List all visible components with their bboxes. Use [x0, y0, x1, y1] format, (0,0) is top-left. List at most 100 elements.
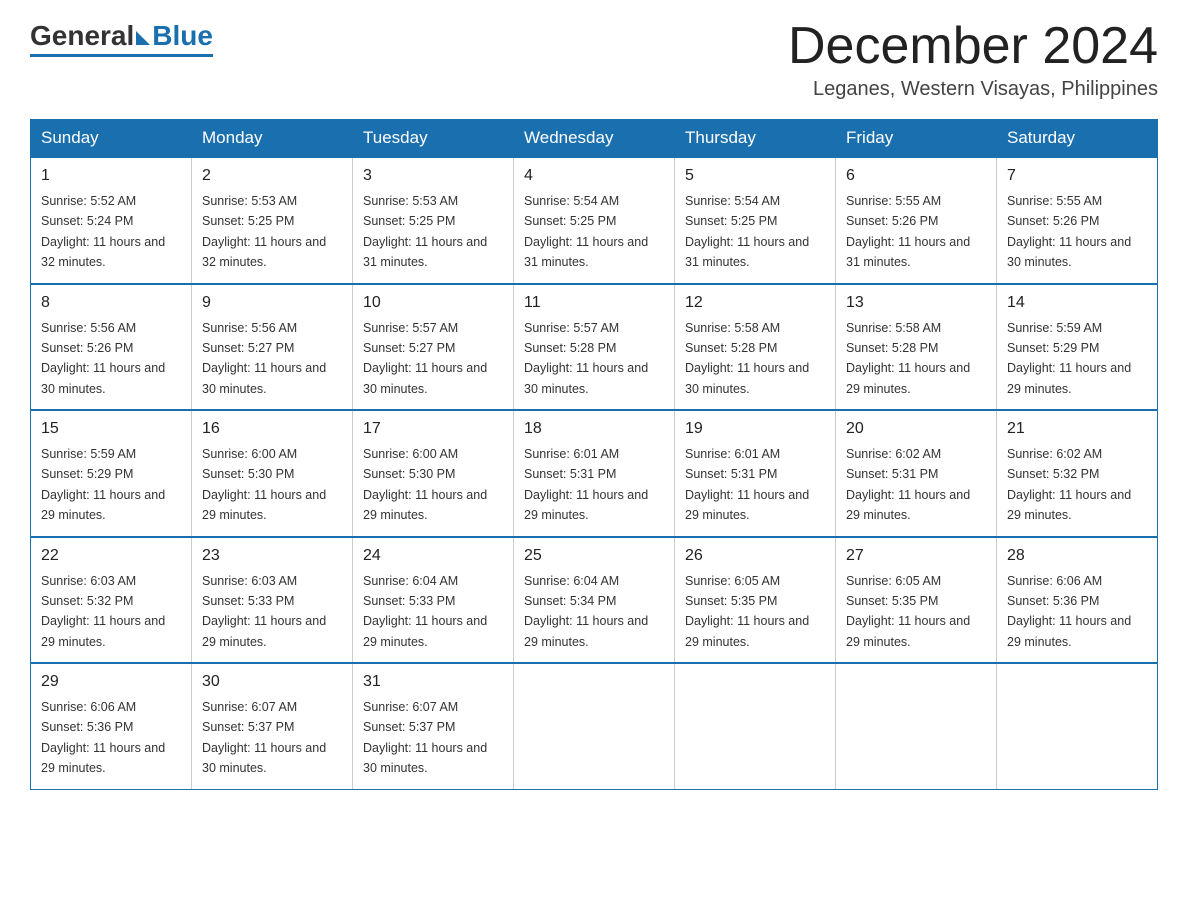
day-info: Sunrise: 6:05 AMSunset: 5:35 PMDaylight:… — [685, 574, 809, 649]
day-info: Sunrise: 6:03 AMSunset: 5:33 PMDaylight:… — [202, 574, 326, 649]
calendar-day-cell: 26 Sunrise: 6:05 AMSunset: 5:35 PMDaylig… — [675, 537, 836, 664]
calendar-day-cell: 20 Sunrise: 6:02 AMSunset: 5:31 PMDaylig… — [836, 410, 997, 537]
calendar-day-cell: 4 Sunrise: 5:54 AMSunset: 5:25 PMDayligh… — [514, 157, 675, 284]
day-number: 14 — [1007, 291, 1147, 315]
calendar-day-cell: 28 Sunrise: 6:06 AMSunset: 5:36 PMDaylig… — [997, 537, 1158, 664]
day-number: 2 — [202, 164, 342, 188]
calendar-day-cell: 30 Sunrise: 6:07 AMSunset: 5:37 PMDaylig… — [192, 663, 353, 789]
day-info: Sunrise: 5:58 AMSunset: 5:28 PMDaylight:… — [846, 321, 970, 396]
day-info: Sunrise: 6:07 AMSunset: 5:37 PMDaylight:… — [363, 700, 487, 775]
calendar-day-cell: 12 Sunrise: 5:58 AMSunset: 5:28 PMDaylig… — [675, 284, 836, 411]
day-number: 20 — [846, 417, 986, 441]
day-number: 11 — [524, 291, 664, 315]
calendar-day-cell: 10 Sunrise: 5:57 AMSunset: 5:27 PMDaylig… — [353, 284, 514, 411]
day-info: Sunrise: 6:06 AMSunset: 5:36 PMDaylight:… — [1007, 574, 1131, 649]
day-number: 4 — [524, 164, 664, 188]
day-info: Sunrise: 6:04 AMSunset: 5:33 PMDaylight:… — [363, 574, 487, 649]
day-number: 19 — [685, 417, 825, 441]
calendar-day-cell: 6 Sunrise: 5:55 AMSunset: 5:26 PMDayligh… — [836, 157, 997, 284]
title-section: December 2024 Leganes, Western Visayas, … — [788, 20, 1158, 101]
day-info: Sunrise: 5:53 AMSunset: 5:25 PMDaylight:… — [202, 194, 326, 269]
day-info: Sunrise: 6:07 AMSunset: 5:37 PMDaylight:… — [202, 700, 326, 775]
calendar-day-cell: 18 Sunrise: 6:01 AMSunset: 5:31 PMDaylig… — [514, 410, 675, 537]
day-info: Sunrise: 5:59 AMSunset: 5:29 PMDaylight:… — [1007, 321, 1131, 396]
day-info: Sunrise: 6:02 AMSunset: 5:32 PMDaylight:… — [1007, 447, 1131, 522]
header-tuesday: Tuesday — [353, 120, 514, 158]
calendar-day-cell — [514, 663, 675, 789]
calendar-day-cell: 23 Sunrise: 6:03 AMSunset: 5:33 PMDaylig… — [192, 537, 353, 664]
header-sunday: Sunday — [31, 120, 192, 158]
calendar-day-cell: 24 Sunrise: 6:04 AMSunset: 5:33 PMDaylig… — [353, 537, 514, 664]
calendar-day-cell: 22 Sunrise: 6:03 AMSunset: 5:32 PMDaylig… — [31, 537, 192, 664]
day-info: Sunrise: 5:57 AMSunset: 5:27 PMDaylight:… — [363, 321, 487, 396]
calendar-week-row: 1 Sunrise: 5:52 AMSunset: 5:24 PMDayligh… — [31, 157, 1158, 284]
day-number: 17 — [363, 417, 503, 441]
day-number: 24 — [363, 544, 503, 568]
calendar-day-cell — [675, 663, 836, 789]
day-number: 28 — [1007, 544, 1147, 568]
calendar-day-cell: 31 Sunrise: 6:07 AMSunset: 5:37 PMDaylig… — [353, 663, 514, 789]
day-number: 26 — [685, 544, 825, 568]
day-info: Sunrise: 6:01 AMSunset: 5:31 PMDaylight:… — [524, 447, 648, 522]
logo-underline — [30, 54, 213, 57]
header-friday: Friday — [836, 120, 997, 158]
calendar-day-cell: 11 Sunrise: 5:57 AMSunset: 5:28 PMDaylig… — [514, 284, 675, 411]
day-number: 23 — [202, 544, 342, 568]
day-number: 21 — [1007, 417, 1147, 441]
day-number: 18 — [524, 417, 664, 441]
day-info: Sunrise: 5:55 AMSunset: 5:26 PMDaylight:… — [1007, 194, 1131, 269]
day-info: Sunrise: 5:54 AMSunset: 5:25 PMDaylight:… — [524, 194, 648, 269]
day-number: 3 — [363, 164, 503, 188]
calendar-day-cell: 17 Sunrise: 6:00 AMSunset: 5:30 PMDaylig… — [353, 410, 514, 537]
calendar-day-cell: 19 Sunrise: 6:01 AMSunset: 5:31 PMDaylig… — [675, 410, 836, 537]
day-number: 16 — [202, 417, 342, 441]
calendar-day-cell: 3 Sunrise: 5:53 AMSunset: 5:25 PMDayligh… — [353, 157, 514, 284]
calendar-day-cell: 13 Sunrise: 5:58 AMSunset: 5:28 PMDaylig… — [836, 284, 997, 411]
day-number: 8 — [41, 291, 181, 315]
logo-blue-text: Blue — [152, 20, 213, 52]
day-number: 7 — [1007, 164, 1147, 188]
day-info: Sunrise: 5:55 AMSunset: 5:26 PMDaylight:… — [846, 194, 970, 269]
calendar-day-cell — [997, 663, 1158, 789]
day-number: 5 — [685, 164, 825, 188]
header-monday: Monday — [192, 120, 353, 158]
calendar-week-row: 8 Sunrise: 5:56 AMSunset: 5:26 PMDayligh… — [31, 284, 1158, 411]
calendar-week-row: 22 Sunrise: 6:03 AMSunset: 5:32 PMDaylig… — [31, 537, 1158, 664]
day-number: 30 — [202, 670, 342, 694]
calendar-day-cell: 1 Sunrise: 5:52 AMSunset: 5:24 PMDayligh… — [31, 157, 192, 284]
day-info: Sunrise: 6:06 AMSunset: 5:36 PMDaylight:… — [41, 700, 165, 775]
month-title: December 2024 — [788, 20, 1158, 72]
day-number: 1 — [41, 164, 181, 188]
calendar-day-cell: 8 Sunrise: 5:56 AMSunset: 5:26 PMDayligh… — [31, 284, 192, 411]
calendar-day-cell: 15 Sunrise: 5:59 AMSunset: 5:29 PMDaylig… — [31, 410, 192, 537]
day-number: 27 — [846, 544, 986, 568]
day-number: 12 — [685, 291, 825, 315]
logo: General Blue — [30, 20, 213, 57]
day-info: Sunrise: 6:01 AMSunset: 5:31 PMDaylight:… — [685, 447, 809, 522]
day-info: Sunrise: 5:56 AMSunset: 5:27 PMDaylight:… — [202, 321, 326, 396]
day-info: Sunrise: 5:53 AMSunset: 5:25 PMDaylight:… — [363, 194, 487, 269]
day-number: 15 — [41, 417, 181, 441]
day-number: 25 — [524, 544, 664, 568]
day-info: Sunrise: 6:00 AMSunset: 5:30 PMDaylight:… — [363, 447, 487, 522]
day-number: 10 — [363, 291, 503, 315]
day-number: 9 — [202, 291, 342, 315]
calendar-week-row: 29 Sunrise: 6:06 AMSunset: 5:36 PMDaylig… — [31, 663, 1158, 789]
day-info: Sunrise: 6:05 AMSunset: 5:35 PMDaylight:… — [846, 574, 970, 649]
day-number: 31 — [363, 670, 503, 694]
calendar-day-cell: 29 Sunrise: 6:06 AMSunset: 5:36 PMDaylig… — [31, 663, 192, 789]
page-header: General Blue December 2024 Leganes, West… — [30, 20, 1158, 101]
day-number: 6 — [846, 164, 986, 188]
day-number: 22 — [41, 544, 181, 568]
logo-general-text: General — [30, 20, 134, 52]
day-info: Sunrise: 6:04 AMSunset: 5:34 PMDaylight:… — [524, 574, 648, 649]
calendar-day-cell: 9 Sunrise: 5:56 AMSunset: 5:27 PMDayligh… — [192, 284, 353, 411]
calendar-day-cell: 2 Sunrise: 5:53 AMSunset: 5:25 PMDayligh… — [192, 157, 353, 284]
calendar-day-cell: 14 Sunrise: 5:59 AMSunset: 5:29 PMDaylig… — [997, 284, 1158, 411]
calendar-table: SundayMondayTuesdayWednesdayThursdayFrid… — [30, 119, 1158, 790]
header-saturday: Saturday — [997, 120, 1158, 158]
day-info: Sunrise: 5:57 AMSunset: 5:28 PMDaylight:… — [524, 321, 648, 396]
day-info: Sunrise: 6:03 AMSunset: 5:32 PMDaylight:… — [41, 574, 165, 649]
day-number: 29 — [41, 670, 181, 694]
location-text: Leganes, Western Visayas, Philippines — [788, 78, 1158, 101]
